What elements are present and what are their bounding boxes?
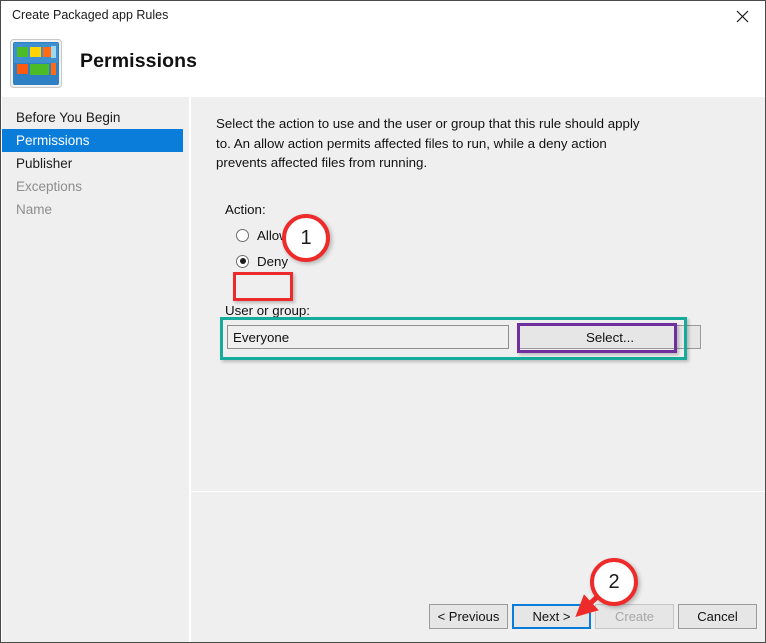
- sidebar-item-exceptions: Exceptions: [16, 179, 83, 194]
- page-title: Permissions: [80, 50, 198, 72]
- radio-allow-indicator: [236, 228, 249, 242]
- select-button[interactable]: Select...: [519, 325, 701, 349]
- window-title: Create Packaged app Rules: [12, 8, 169, 22]
- wizard-step-list: Before You Begin Permissions Publisher E…: [2, 106, 189, 221]
- previous-button[interactable]: < Previous: [429, 604, 508, 629]
- radio-deny-label: Deny: [257, 253, 289, 269]
- user-or-group-input[interactable]: [227, 325, 509, 349]
- action-group-label: Action:: [225, 202, 266, 217]
- sidebar-item-name: Name: [16, 202, 53, 217]
- intro-description: Select the action to use and the user or…: [216, 116, 640, 170]
- dialog-footer: < Previous Next > Create Cancel: [191, 492, 765, 642]
- packaged-app-rules-icon: [10, 39, 62, 88]
- sidebar-item-publisher[interactable]: Publisher: [2, 152, 189, 175]
- dialog-window: Create Packaged app Rules Permissions Be…: [0, 0, 766, 643]
- title-bar: Create Packaged app Rules: [1, 1, 765, 32]
- close-icon[interactable]: [719, 1, 765, 32]
- dialog-header: Permissions: [1, 32, 765, 97]
- radio-allow-label: Allow: [257, 227, 289, 243]
- wizard-sidebar: Before You Begin Permissions Publisher E…: [2, 97, 189, 642]
- cancel-button[interactable]: Cancel: [678, 604, 757, 629]
- radio-deny[interactable]: Deny: [236, 251, 288, 271]
- sidebar-item-before-you-begin[interactable]: Before You Begin: [2, 106, 189, 129]
- radio-allow[interactable]: Allow: [236, 225, 289, 245]
- user-or-group-label: User or group:: [225, 303, 310, 318]
- radio-deny-indicator: [236, 254, 249, 268]
- create-button: Create: [595, 604, 674, 629]
- sidebar-item-permissions[interactable]: Permissions: [2, 129, 183, 152]
- next-button[interactable]: Next >: [512, 604, 591, 629]
